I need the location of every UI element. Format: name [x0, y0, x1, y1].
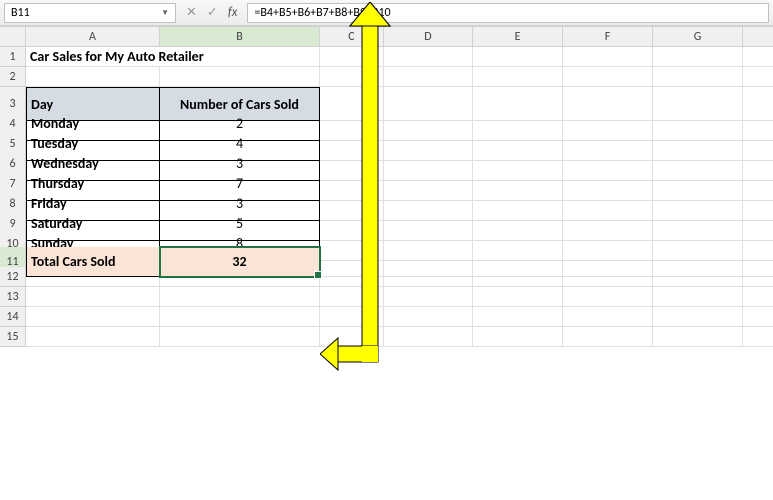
cell-F1[interactable]: [563, 47, 653, 67]
cell-A14[interactable]: [26, 307, 160, 327]
cell-F15[interactable]: [563, 327, 653, 347]
cell-D14[interactable]: [384, 307, 473, 327]
cell-F13[interactable]: [563, 287, 653, 307]
select-all-corner[interactable]: [0, 27, 26, 47]
cell-G13[interactable]: [653, 287, 743, 307]
cell-G15[interactable]: [653, 327, 743, 347]
chevron-down-icon[interactable]: ▼: [161, 8, 169, 18]
cell-C1[interactable]: [320, 47, 384, 67]
cell-F14[interactable]: [563, 307, 653, 327]
row-header-14[interactable]: 14: [0, 307, 26, 327]
col-header-H[interactable]: H: [743, 27, 773, 47]
enter-icon[interactable]: ✓: [207, 5, 218, 20]
cell-B14[interactable]: [160, 307, 320, 327]
cell-D13[interactable]: [384, 287, 473, 307]
cell-C14[interactable]: [320, 307, 384, 327]
cell-D12[interactable]: [384, 267, 473, 287]
row-header-2[interactable]: 2: [0, 67, 26, 87]
cell-E1[interactable]: [473, 47, 563, 67]
name-box-value: B11: [11, 6, 30, 20]
title-cell[interactable]: Car Sales for My Auto Retailer: [26, 47, 320, 67]
cell-A13[interactable]: [26, 287, 160, 307]
col-header-G[interactable]: G: [653, 27, 743, 47]
cell-G12[interactable]: [653, 267, 743, 287]
cell-G1[interactable]: [653, 47, 743, 67]
formula-value: =B4+B5+B6+B7+B8+B9+B10: [254, 6, 390, 20]
col-header-B[interactable]: B: [160, 27, 320, 47]
col-header-D[interactable]: D: [384, 27, 473, 47]
fx-controls: ✕ ✓ fx: [182, 5, 241, 20]
cancel-icon[interactable]: ✕: [186, 5, 197, 20]
cell-H13[interactable]: [743, 287, 773, 307]
formula-bar-region: B11 ▼ ✕ ✓ fx =B4+B5+B6+B7+B8+B9+B10: [0, 0, 773, 26]
cell-H12[interactable]: [743, 267, 773, 287]
cell-H2[interactable]: [743, 67, 773, 87]
cell-D2[interactable]: [384, 67, 473, 87]
cell-E15[interactable]: [473, 327, 563, 347]
total-value-cell[interactable]: 32: [160, 247, 320, 277]
cell-B15[interactable]: [160, 327, 320, 347]
cell-H1[interactable]: [743, 47, 773, 67]
cell-E2[interactable]: [473, 67, 563, 87]
col-header-A[interactable]: A: [26, 27, 160, 47]
cell-G2[interactable]: [653, 67, 743, 87]
cell-E12[interactable]: [473, 267, 563, 287]
formula-input[interactable]: =B4+B5+B6+B7+B8+B9+B10: [247, 3, 769, 23]
name-box[interactable]: B11 ▼: [4, 3, 176, 23]
cell-A2[interactable]: [26, 67, 160, 87]
cell-A12[interactable]: [26, 267, 160, 287]
cell-D1[interactable]: [384, 47, 473, 67]
cell-B2[interactable]: [160, 67, 320, 87]
fx-icon[interactable]: fx: [228, 5, 238, 20]
cell-C2[interactable]: [320, 67, 384, 87]
row-header-12[interactable]: 12: [0, 267, 26, 287]
cell-C13[interactable]: [320, 287, 384, 307]
spreadsheet-grid[interactable]: A B C D E F G H 1 Car Sales for My Auto …: [0, 26, 773, 347]
cell-F2[interactable]: [563, 67, 653, 87]
cell-G14[interactable]: [653, 307, 743, 327]
row-header-15[interactable]: 15: [0, 327, 26, 347]
cell-F12[interactable]: [563, 267, 653, 287]
col-header-C[interactable]: C: [320, 27, 384, 47]
cell-A15[interactable]: [26, 327, 160, 347]
cell-H14[interactable]: [743, 307, 773, 327]
cell-B13[interactable]: [160, 287, 320, 307]
col-header-E[interactable]: E: [473, 27, 563, 47]
cell-D15[interactable]: [384, 327, 473, 347]
row-header-1[interactable]: 1: [0, 47, 26, 67]
cell-E13[interactable]: [473, 287, 563, 307]
cell-H15[interactable]: [743, 327, 773, 347]
row-header-13[interactable]: 13: [0, 287, 26, 307]
cell-E14[interactable]: [473, 307, 563, 327]
cell-C12[interactable]: [320, 267, 384, 287]
col-header-F[interactable]: F: [563, 27, 653, 47]
cell-C15[interactable]: [320, 327, 384, 347]
